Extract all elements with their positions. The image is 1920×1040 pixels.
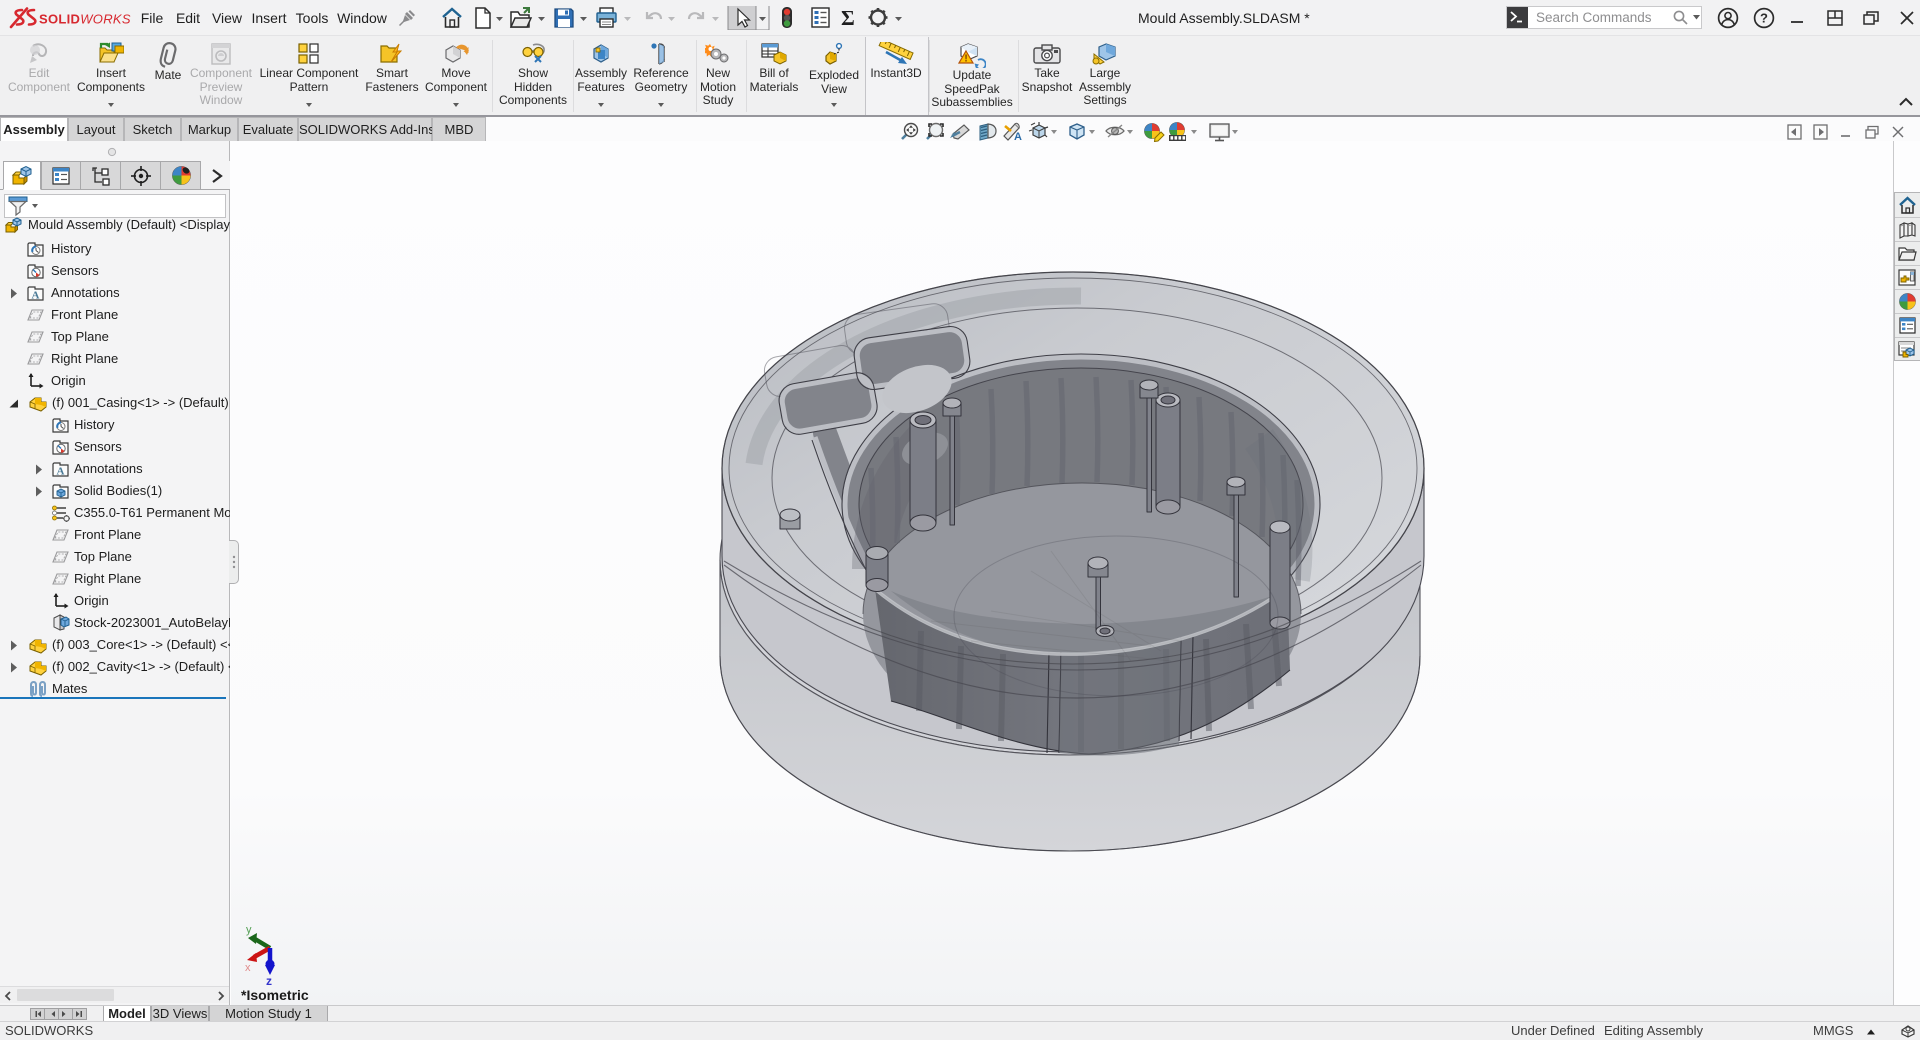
svg-text:A: A bbox=[32, 290, 40, 302]
svg-text:?: ? bbox=[1760, 11, 1768, 26]
svg-text:!: ! bbox=[964, 54, 967, 65]
svg-text:A: A bbox=[1014, 131, 1022, 142]
svg-text:z: z bbox=[266, 974, 272, 987]
svg-text:A: A bbox=[57, 466, 65, 478]
svg-text:x: x bbox=[245, 962, 251, 974]
svg-text:Σ: Σ bbox=[841, 6, 855, 30]
svg-text:y: y bbox=[246, 924, 252, 936]
svg-text:SOLIDWORKS: SOLIDWORKS bbox=[39, 12, 131, 27]
